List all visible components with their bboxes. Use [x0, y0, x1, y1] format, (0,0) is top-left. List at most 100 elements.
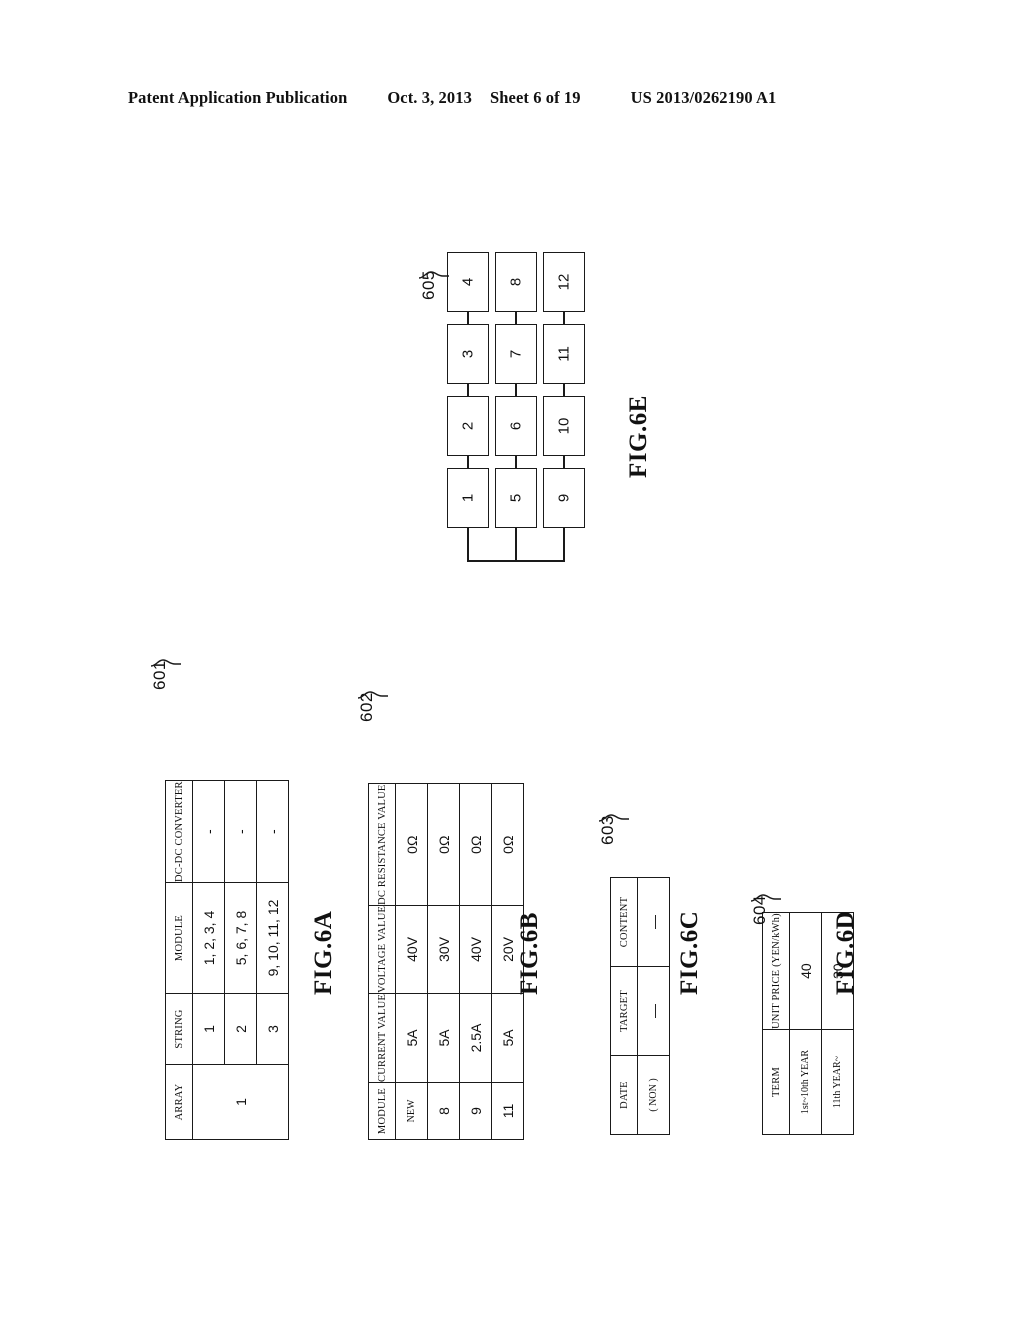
bus-drop-string-2 — [515, 528, 517, 562]
module-block-8: 8 — [495, 252, 537, 312]
figure-6b-container: MODULE CURRENT VALUE VOLTAGE VALUE DC RE… — [368, 783, 524, 1140]
publication-header: Patent Application Publication Oct. 3, 2… — [128, 88, 896, 108]
fig6b-module-value: 8 — [427, 1082, 460, 1140]
fig6a-table: ARRAY STRING MODULE DC-DC CONVERTER 1 1 … — [165, 780, 289, 1140]
table-row: 1st~10th YEAR 40 — [789, 912, 822, 1135]
fig6a-converter-value: - — [224, 780, 257, 883]
fig6d-term-value: 11th YEAR~ — [821, 1029, 854, 1135]
figure-caption-6c: FIG.6C — [676, 910, 703, 995]
reference-leader-603 — [598, 814, 629, 822]
figure-6a-container: ARRAY STRING MODULE DC-DC CONVERTER 1 1 … — [165, 780, 289, 1140]
fig6b-col-current: CURRENT VALUE — [368, 993, 396, 1083]
series-wire-11-10 — [563, 384, 565, 396]
header-sheet-text: Sheet 6 of 19 — [489, 88, 581, 107]
fig6a-col-array: ARRAY — [165, 1064, 193, 1140]
table-row: 8 5A 30V 0Ω — [427, 783, 460, 1140]
fig6a-array-value: 1 — [192, 1064, 289, 1140]
fig6b-col-module: MODULE — [368, 1082, 396, 1140]
series-wire-4-3 — [467, 312, 469, 324]
series-wire-2-1 — [467, 456, 469, 468]
fig6c-col-target: TARGET — [610, 966, 638, 1056]
module-block-5: 5 — [495, 468, 537, 528]
module-block-12: 12 — [543, 252, 585, 312]
table-row: 9 2.5A 40V 0Ω — [459, 783, 492, 1140]
fig6b-current-value: 5A — [491, 993, 524, 1083]
reference-leader-602 — [357, 691, 388, 699]
fig6b-current-value: 2.5A — [459, 993, 492, 1083]
fig6b-col-resistance: DC RESISTANCE VALUE — [368, 783, 396, 906]
module-block-label: 9 — [555, 493, 573, 503]
module-block-label: 7 — [507, 349, 525, 359]
module-block-label: 10 — [555, 417, 573, 435]
fig6a-string-value: 2 — [224, 993, 257, 1065]
fig6a-header-row: ARRAY STRING MODULE DC-DC CONVERTER — [165, 780, 193, 1140]
series-wire-8-7 — [515, 312, 517, 324]
fig6a-module-value: 9, 10, 11, 12 — [256, 882, 289, 994]
figure-6c-container: DATE TARGET CONTENT ( NON ) — — — [610, 877, 670, 1135]
parallel-bus-line — [467, 560, 565, 562]
fig6a-module-value: 5, 6, 7, 8 — [224, 882, 257, 994]
fig6c-col-date: DATE — [610, 1055, 638, 1135]
fig6d-col-price: UNIT PRICE (YEN/kWh) — [762, 912, 790, 1030]
fig6b-resistance-value: 0Ω — [491, 783, 524, 906]
module-block-11: 11 — [543, 324, 585, 384]
table-row: ( NON ) — — — [637, 877, 670, 1135]
fig6b-module-value: 11 — [491, 1082, 524, 1140]
fig6b-module-value: NEW — [395, 1082, 428, 1140]
module-block-2: 2 — [447, 396, 489, 456]
bus-drop-string-1 — [467, 528, 469, 562]
series-wire-12-11 — [563, 312, 565, 324]
header-publication-text: Patent Application Publication — [128, 88, 348, 107]
module-block-label: 2 — [459, 421, 477, 431]
fig6d-term-value: 1st~10th YEAR — [789, 1029, 822, 1135]
reference-leader-601 — [150, 659, 181, 667]
table-row: 1 1 1, 2, 3, 4 - — [192, 780, 289, 1140]
fig6c-date-value: ( NON ) — [637, 1055, 670, 1135]
reference-leader-605 — [418, 271, 449, 279]
table-row: NEW 5A 40V 0Ω — [395, 783, 428, 1140]
fig6b-module-value: 9 — [459, 1082, 492, 1140]
series-wire-3-2 — [467, 384, 469, 396]
fig6d-price-value: 40 — [789, 912, 822, 1030]
fig6b-resistance-value: 0Ω — [427, 783, 460, 906]
fig6a-converter-value: - — [192, 780, 225, 883]
fig6c-content-value: — — [637, 877, 670, 967]
fig6c-header-row: DATE TARGET CONTENT — [610, 877, 638, 1135]
module-block-4: 4 — [447, 252, 489, 312]
fig6b-current-value: 5A — [427, 993, 460, 1083]
fig6d-header-row: TERM UNIT PRICE (YEN/kWh) — [762, 912, 790, 1135]
fig6c-target-value: — — [637, 966, 670, 1056]
module-block-label: 12 — [555, 273, 573, 291]
module-block-10: 10 — [543, 396, 585, 456]
module-block-3: 3 — [447, 324, 489, 384]
module-block-7: 7 — [495, 324, 537, 384]
module-block-label: 4 — [459, 277, 477, 287]
figure-caption-6d: FIG.6D — [832, 910, 859, 995]
fig6c-col-content: CONTENT — [610, 877, 638, 967]
figure-caption-6a: FIG.6A — [310, 910, 337, 995]
bus-drop-string-3 — [563, 528, 565, 562]
fig6b-table: MODULE CURRENT VALUE VOLTAGE VALUE DC RE… — [368, 783, 524, 1140]
fig6a-col-string: STRING — [165, 993, 193, 1065]
module-block-label: 11 — [555, 346, 573, 362]
fig6a-string-value: 3 — [256, 993, 289, 1065]
module-block-label: 3 — [459, 349, 477, 359]
module-block-label: 5 — [507, 493, 525, 503]
fig6a-converter-value: - — [256, 780, 289, 883]
fig6a-module-value: 1, 2, 3, 4 — [192, 882, 225, 994]
module-block-label: 6 — [507, 421, 525, 431]
fig6a-col-module: MODULE — [165, 882, 193, 994]
fig6b-header-row: MODULE CURRENT VALUE VOLTAGE VALUE DC RE… — [368, 783, 396, 1140]
fig6d-col-term: TERM — [762, 1029, 790, 1135]
module-block-label: 1 — [459, 493, 477, 503]
series-wire-10-9 — [563, 456, 565, 468]
header-date-text: Oct. 3, 2013 — [387, 88, 472, 107]
reference-leader-604 — [750, 894, 781, 902]
series-wire-6-5 — [515, 456, 517, 468]
fig6b-voltage-value: 40V — [459, 905, 492, 994]
fig6b-current-value: 5A — [395, 993, 428, 1083]
module-block-9: 9 — [543, 468, 585, 528]
fig6b-col-voltage: VOLTAGE VALUE — [368, 905, 396, 994]
fig6b-resistance-value: 0Ω — [395, 783, 428, 906]
module-block-6: 6 — [495, 396, 537, 456]
